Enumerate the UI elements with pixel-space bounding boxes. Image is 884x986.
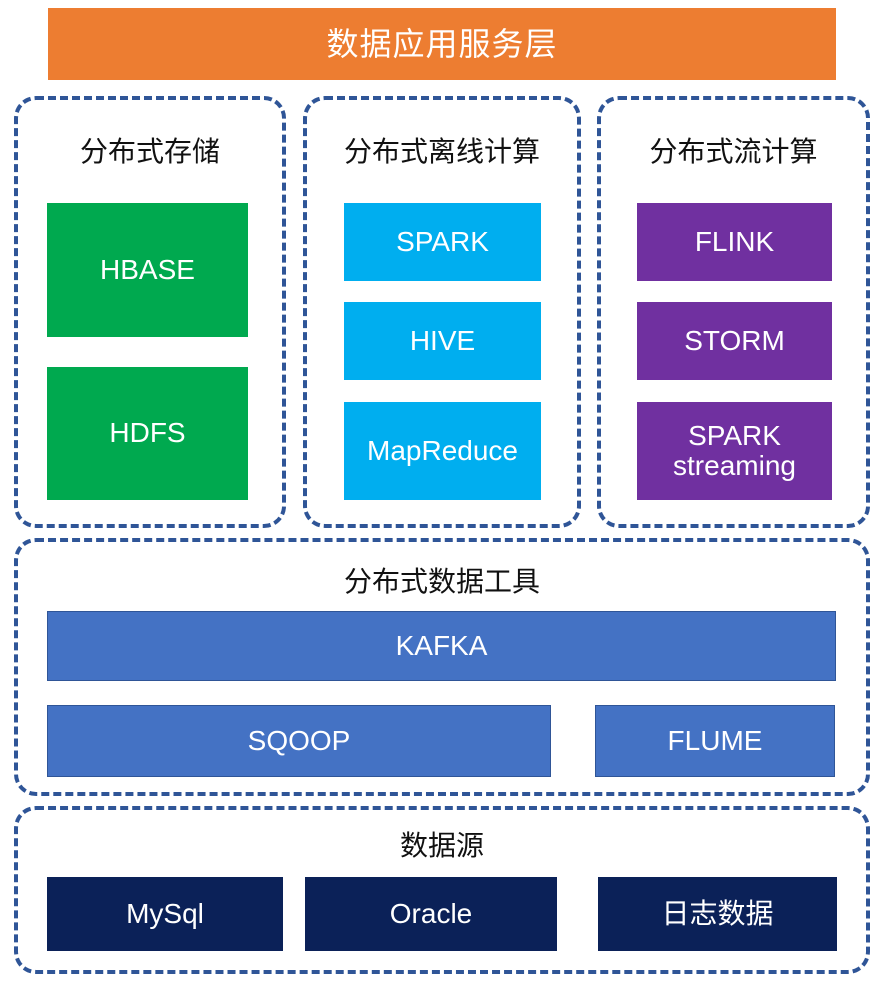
tile-oracle-label: Oracle <box>389 897 473 929</box>
tile-mysql-label: MySql <box>126 897 204 929</box>
tile-hbase[interactable]: HBASE <box>47 203 248 337</box>
tile-flume-label: FLUME <box>667 724 763 756</box>
data-application-service-layer-banner: 数据应用服务层 <box>48 8 836 80</box>
tile-hive-label: HIVE <box>409 324 476 356</box>
tile-flume[interactable]: FLUME <box>595 705 835 777</box>
panel-title-distributed-offline-compute: 分布式离线计算 <box>343 136 540 167</box>
tile-spark[interactable]: SPARK <box>344 203 541 281</box>
tile-log-data[interactable]: 日志数据 <box>598 877 837 951</box>
tile-mapreduce[interactable]: MapReduce <box>344 402 541 500</box>
tile-kafka[interactable]: KAFKA <box>47 611 836 681</box>
tile-flink-label: FLINK <box>694 225 775 257</box>
tile-sqoop[interactable]: SQOOP <box>47 705 551 777</box>
tile-kafka-label: KAFKA <box>395 629 488 661</box>
panel-title-distributed-data-tools: 分布式数据工具 <box>343 566 540 597</box>
tile-mysql[interactable]: MySql <box>47 877 283 951</box>
tile-hive[interactable]: HIVE <box>344 302 541 380</box>
panel-title-data-source: 数据源 <box>399 830 484 861</box>
tile-mapreduce-label: MapReduce <box>367 434 518 466</box>
tile-flink[interactable]: FLINK <box>637 203 832 281</box>
tile-spark-label: SPARK <box>396 225 489 257</box>
big-data-architecture-diagram: 数据应用服务层 分布式存储 HBASE HDFS 分布式离线计算 SPARK H… <box>0 0 884 986</box>
tile-hbase-label: HBASE <box>100 253 195 285</box>
tile-oracle[interactable]: Oracle <box>305 877 557 951</box>
tile-log-data-label: 日志数据 <box>661 897 774 929</box>
tile-hdfs[interactable]: HDFS <box>47 367 248 500</box>
tile-hdfs-label: HDFS <box>109 417 186 449</box>
panel-title-distributed-stream-compute: 分布式流计算 <box>649 136 818 167</box>
tile-storm-label: STORM <box>684 324 785 356</box>
tile-spark-streaming-label-line1: SPARK <box>688 419 781 451</box>
banner-label: 数据应用服务层 <box>326 26 558 62</box>
tile-sqoop-label: SQOOP <box>247 724 351 756</box>
tile-spark-streaming-label-line2: streaming <box>673 450 796 481</box>
tile-spark-streaming[interactable]: SPARK streaming <box>637 402 832 500</box>
panel-title-distributed-storage: 分布式存储 <box>79 136 220 167</box>
tile-storm[interactable]: STORM <box>637 302 832 380</box>
